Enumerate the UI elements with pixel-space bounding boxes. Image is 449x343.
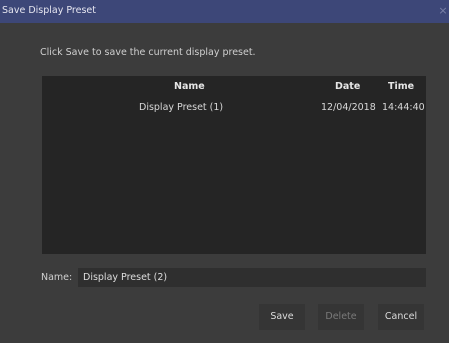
preset-name-input[interactable] bbox=[78, 268, 426, 287]
save-button[interactable]: Save bbox=[259, 304, 305, 330]
instruction-text: Click Save to save the current display p… bbox=[40, 47, 256, 58]
title-bar: Save Display Preset × bbox=[0, 0, 449, 23]
cancel-button[interactable]: Cancel bbox=[378, 304, 424, 330]
column-header-time[interactable]: Time bbox=[388, 81, 414, 92]
close-icon[interactable]: × bbox=[437, 4, 449, 18]
row-name-cell: Display Preset (1) bbox=[139, 102, 224, 113]
window-title: Save Display Preset bbox=[2, 5, 96, 16]
column-header-name[interactable]: Name bbox=[174, 81, 205, 92]
name-field-label: Name: bbox=[41, 272, 73, 283]
delete-button[interactable]: Delete bbox=[318, 304, 364, 330]
column-header-date[interactable]: Date bbox=[335, 81, 360, 92]
row-date-cell: 12/04/2018 bbox=[321, 102, 376, 113]
table-row[interactable]: Display Preset (1) 12/04/2018 14:44:40 bbox=[42, 100, 426, 116]
row-time-cell: 14:44:40 bbox=[382, 102, 425, 113]
presets-table[interactable]: Name Date Time Display Preset (1) 12/04/… bbox=[42, 76, 426, 254]
